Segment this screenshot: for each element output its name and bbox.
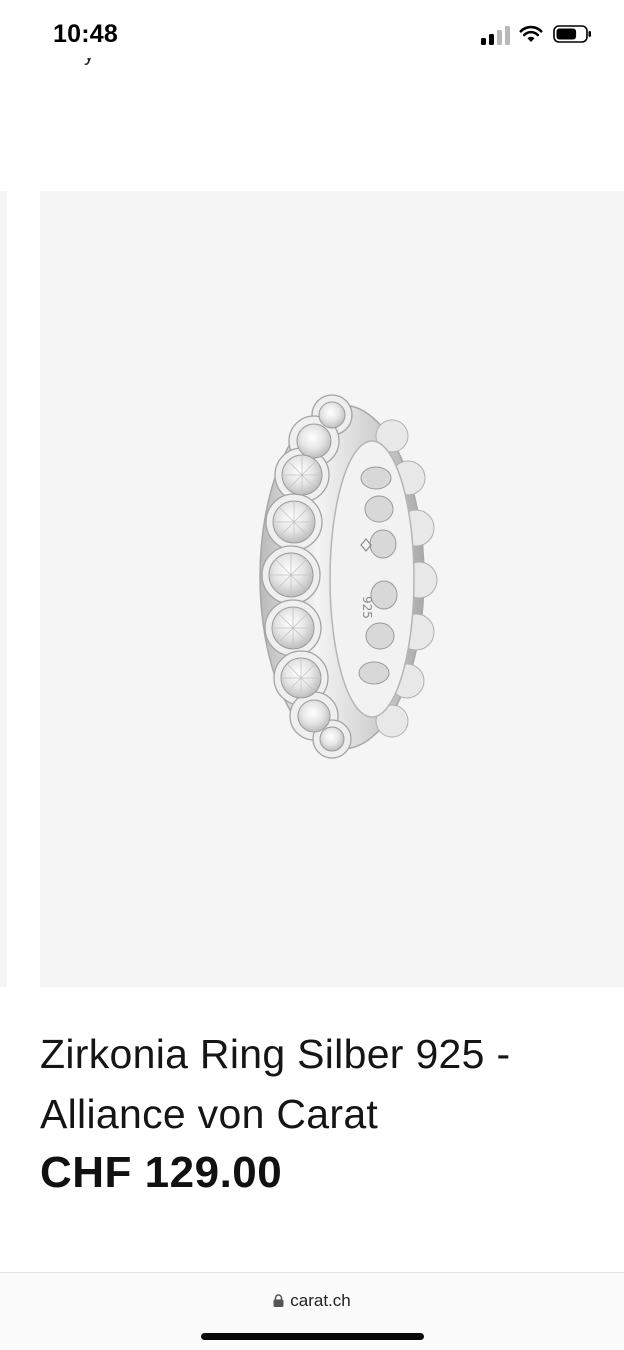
browser-address-bar[interactable]: carat.ch [0, 1272, 624, 1350]
status-time: 10:48 [53, 20, 118, 48]
cellular-signal-icon [481, 26, 510, 45]
ring-engraving: 925 [360, 596, 374, 619]
product-title: Zirkonia Ring Silber 925 - Alliance von … [40, 1031, 511, 1137]
product-image[interactable]: 925 [40, 191, 624, 987]
product-price: CHF 129.00 [40, 1148, 283, 1197]
ring-photo: 925 [259, 394, 438, 759]
scrolled-header-remnant: y [84, 58, 98, 70]
url-display[interactable]: carat.ch [0, 1291, 624, 1311]
wifi-icon [519, 25, 543, 42]
previous-slide-edge[interactable] [0, 191, 7, 987]
battery-icon [553, 25, 591, 43]
home-indicator [201, 1333, 424, 1340]
lock-icon [273, 1294, 284, 1307]
url-text: carat.ch [290, 1291, 351, 1310]
